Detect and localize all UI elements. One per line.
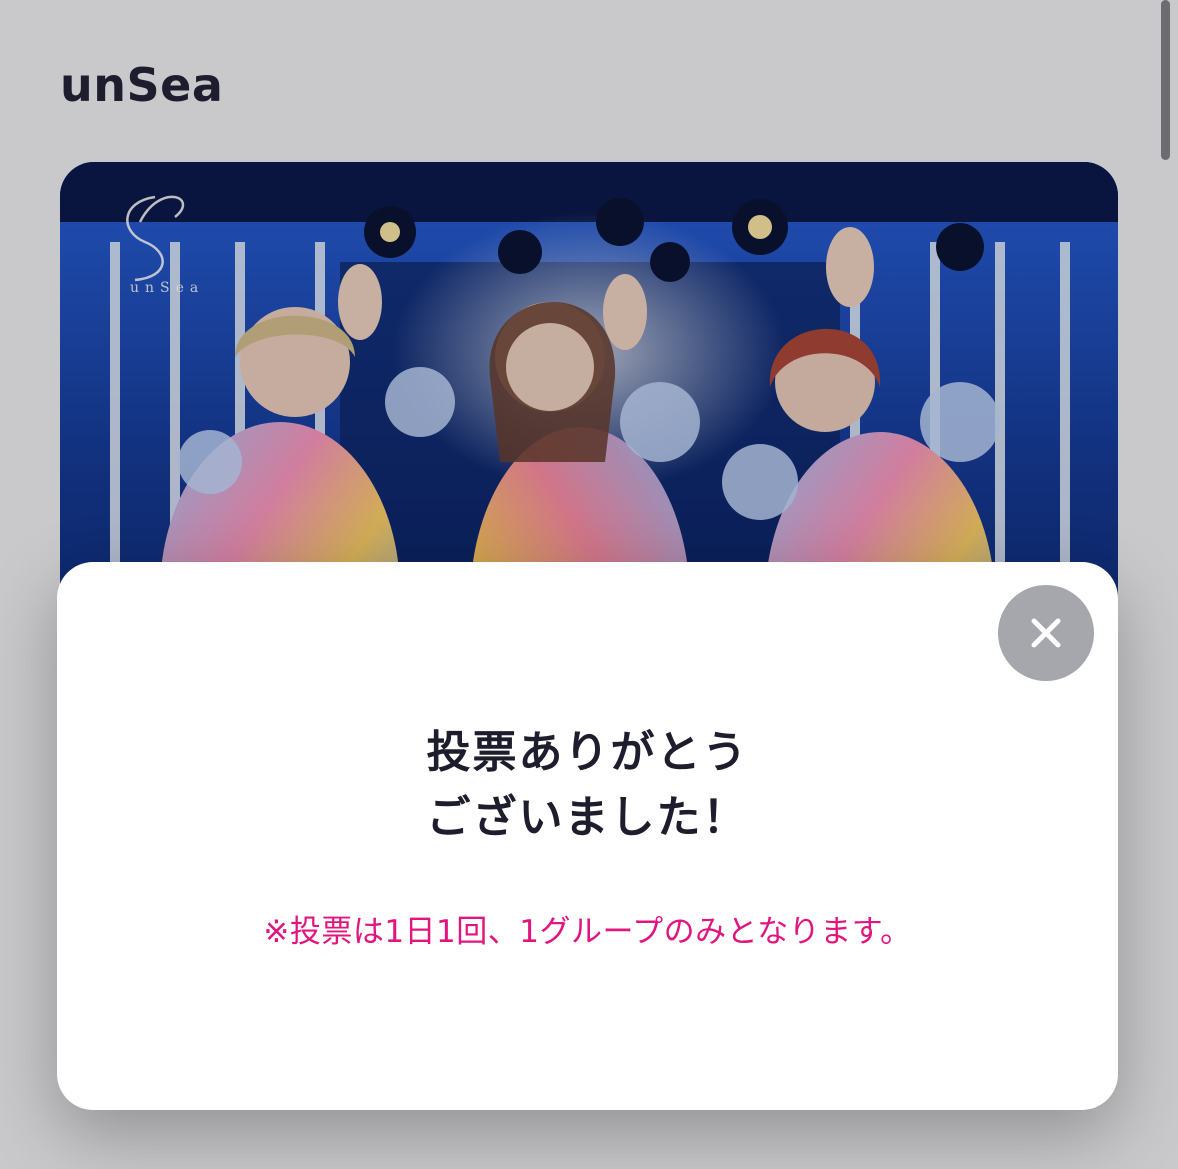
scrollbar[interactable]	[1161, 0, 1170, 160]
close-icon[interactable]	[1029, 616, 1063, 650]
dialog-heading-line2: ございました！	[426, 792, 749, 844]
vote-thanks-dialog: 投票ありがとう ございました！ ※投票は1日1回、1グループのみとなります。	[57, 562, 1118, 1110]
close-button[interactable]	[998, 585, 1094, 681]
page-title: unSea	[60, 58, 224, 112]
dialog-heading: 投票ありがとう ございました！	[57, 720, 1118, 850]
dialog-note: ※投票は1日1回、1グループのみとなります。	[263, 914, 912, 950]
dialog-heading-line1: 投票ありがとう	[426, 727, 749, 778]
